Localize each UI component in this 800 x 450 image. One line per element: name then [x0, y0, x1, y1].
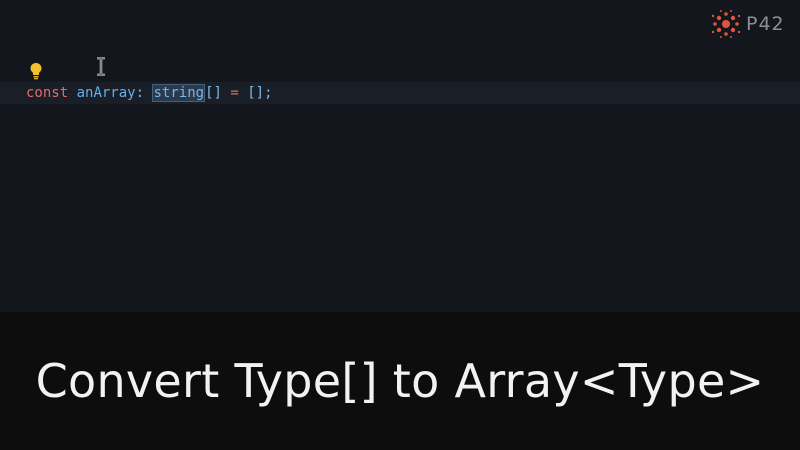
- selected-type[interactable]: string: [152, 84, 206, 102]
- code-line[interactable]: const anArray: string[] = [];: [26, 84, 273, 102]
- colon: :: [135, 85, 145, 101]
- caption-title: Convert Type[] to Array<Type>: [35, 354, 765, 408]
- text-cursor-icon: [97, 57, 105, 76]
- keyword-const: const: [26, 85, 69, 101]
- initializer: [];: [247, 85, 273, 101]
- identifier: anArray: [76, 85, 136, 101]
- caption-bar: Convert Type[] to Array<Type>: [0, 312, 800, 450]
- logo-text: P42: [746, 13, 785, 35]
- array-brackets: []: [205, 85, 222, 101]
- lightbulb-icon[interactable]: [28, 62, 44, 80]
- code-editor[interactable]: P42 const anArray: string[] = [];: [0, 0, 800, 312]
- p42-logo: P42: [710, 9, 794, 39]
- assign-operator: =: [230, 85, 239, 101]
- p42-logo-icon: [711, 10, 741, 38]
